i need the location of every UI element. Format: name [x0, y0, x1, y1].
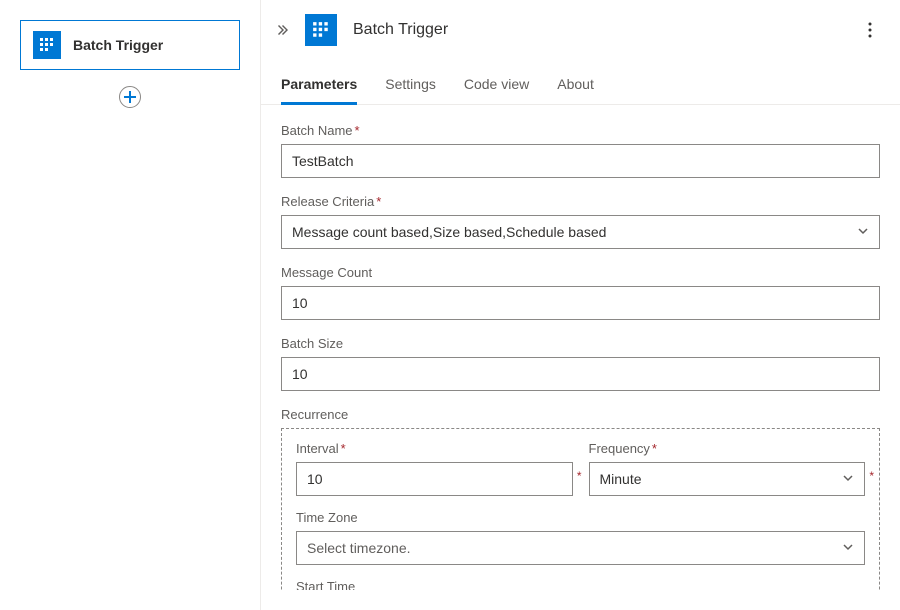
tab-about[interactable]: About — [557, 72, 594, 104]
release-criteria-select[interactable]: Message count based,Size based,Schedule … — [281, 215, 880, 249]
batch-trigger-icon — [33, 31, 61, 59]
release-criteria-value: Message count based,Size based,Schedule … — [292, 224, 606, 240]
chevron-down-icon — [842, 471, 854, 487]
release-criteria-label: Release Criteria* — [281, 194, 880, 209]
required-marker-icon: * — [577, 469, 582, 483]
chevron-down-icon — [857, 224, 869, 240]
panel-header: Batch Trigger — [261, 0, 900, 58]
interval-label: Interval* — [296, 441, 573, 456]
workflow-node-batch-trigger[interactable]: Batch Trigger — [20, 20, 240, 70]
batch-name-label: Batch Name* — [281, 123, 880, 138]
recurrence-label: Recurrence — [281, 407, 880, 422]
recurrence-group: Interval* * Frequency* Minute * Tim — [281, 428, 880, 590]
panel-tabs: Parameters Settings Code view About — [261, 58, 900, 105]
message-count-label: Message Count — [281, 265, 880, 280]
timezone-select[interactable]: Select timezone. — [296, 531, 865, 565]
workflow-node-label: Batch Trigger — [73, 37, 163, 53]
parameters-form: Batch Name* Release Criteria* Message co… — [261, 105, 900, 590]
interval-input[interactable] — [296, 462, 573, 496]
start-time-label: Start Time — [296, 579, 865, 590]
timezone-placeholder: Select timezone. — [307, 540, 411, 556]
tab-settings[interactable]: Settings — [385, 72, 436, 104]
batch-size-label: Batch Size — [281, 336, 880, 351]
batch-trigger-icon — [305, 14, 337, 46]
workflow-canvas: Batch Trigger — [0, 0, 260, 610]
more-actions-button[interactable] — [860, 22, 880, 38]
collapse-panel-button[interactable] — [275, 20, 295, 40]
tab-parameters[interactable]: Parameters — [281, 72, 357, 104]
tab-code-view[interactable]: Code view — [464, 72, 529, 104]
chevron-down-icon — [842, 540, 854, 556]
frequency-value: Minute — [600, 471, 642, 487]
required-marker-icon: * — [869, 469, 874, 483]
panel-title: Batch Trigger — [353, 21, 860, 39]
frequency-label: Frequency* — [589, 441, 866, 456]
batch-name-input[interactable] — [281, 144, 880, 178]
frequency-select[interactable]: Minute — [589, 462, 866, 496]
add-step-button[interactable] — [119, 86, 141, 108]
message-count-input[interactable] — [281, 286, 880, 320]
batch-size-input[interactable] — [281, 357, 880, 391]
timezone-label: Time Zone — [296, 510, 865, 525]
properties-panel: Batch Trigger Parameters Settings Code v… — [260, 0, 900, 610]
